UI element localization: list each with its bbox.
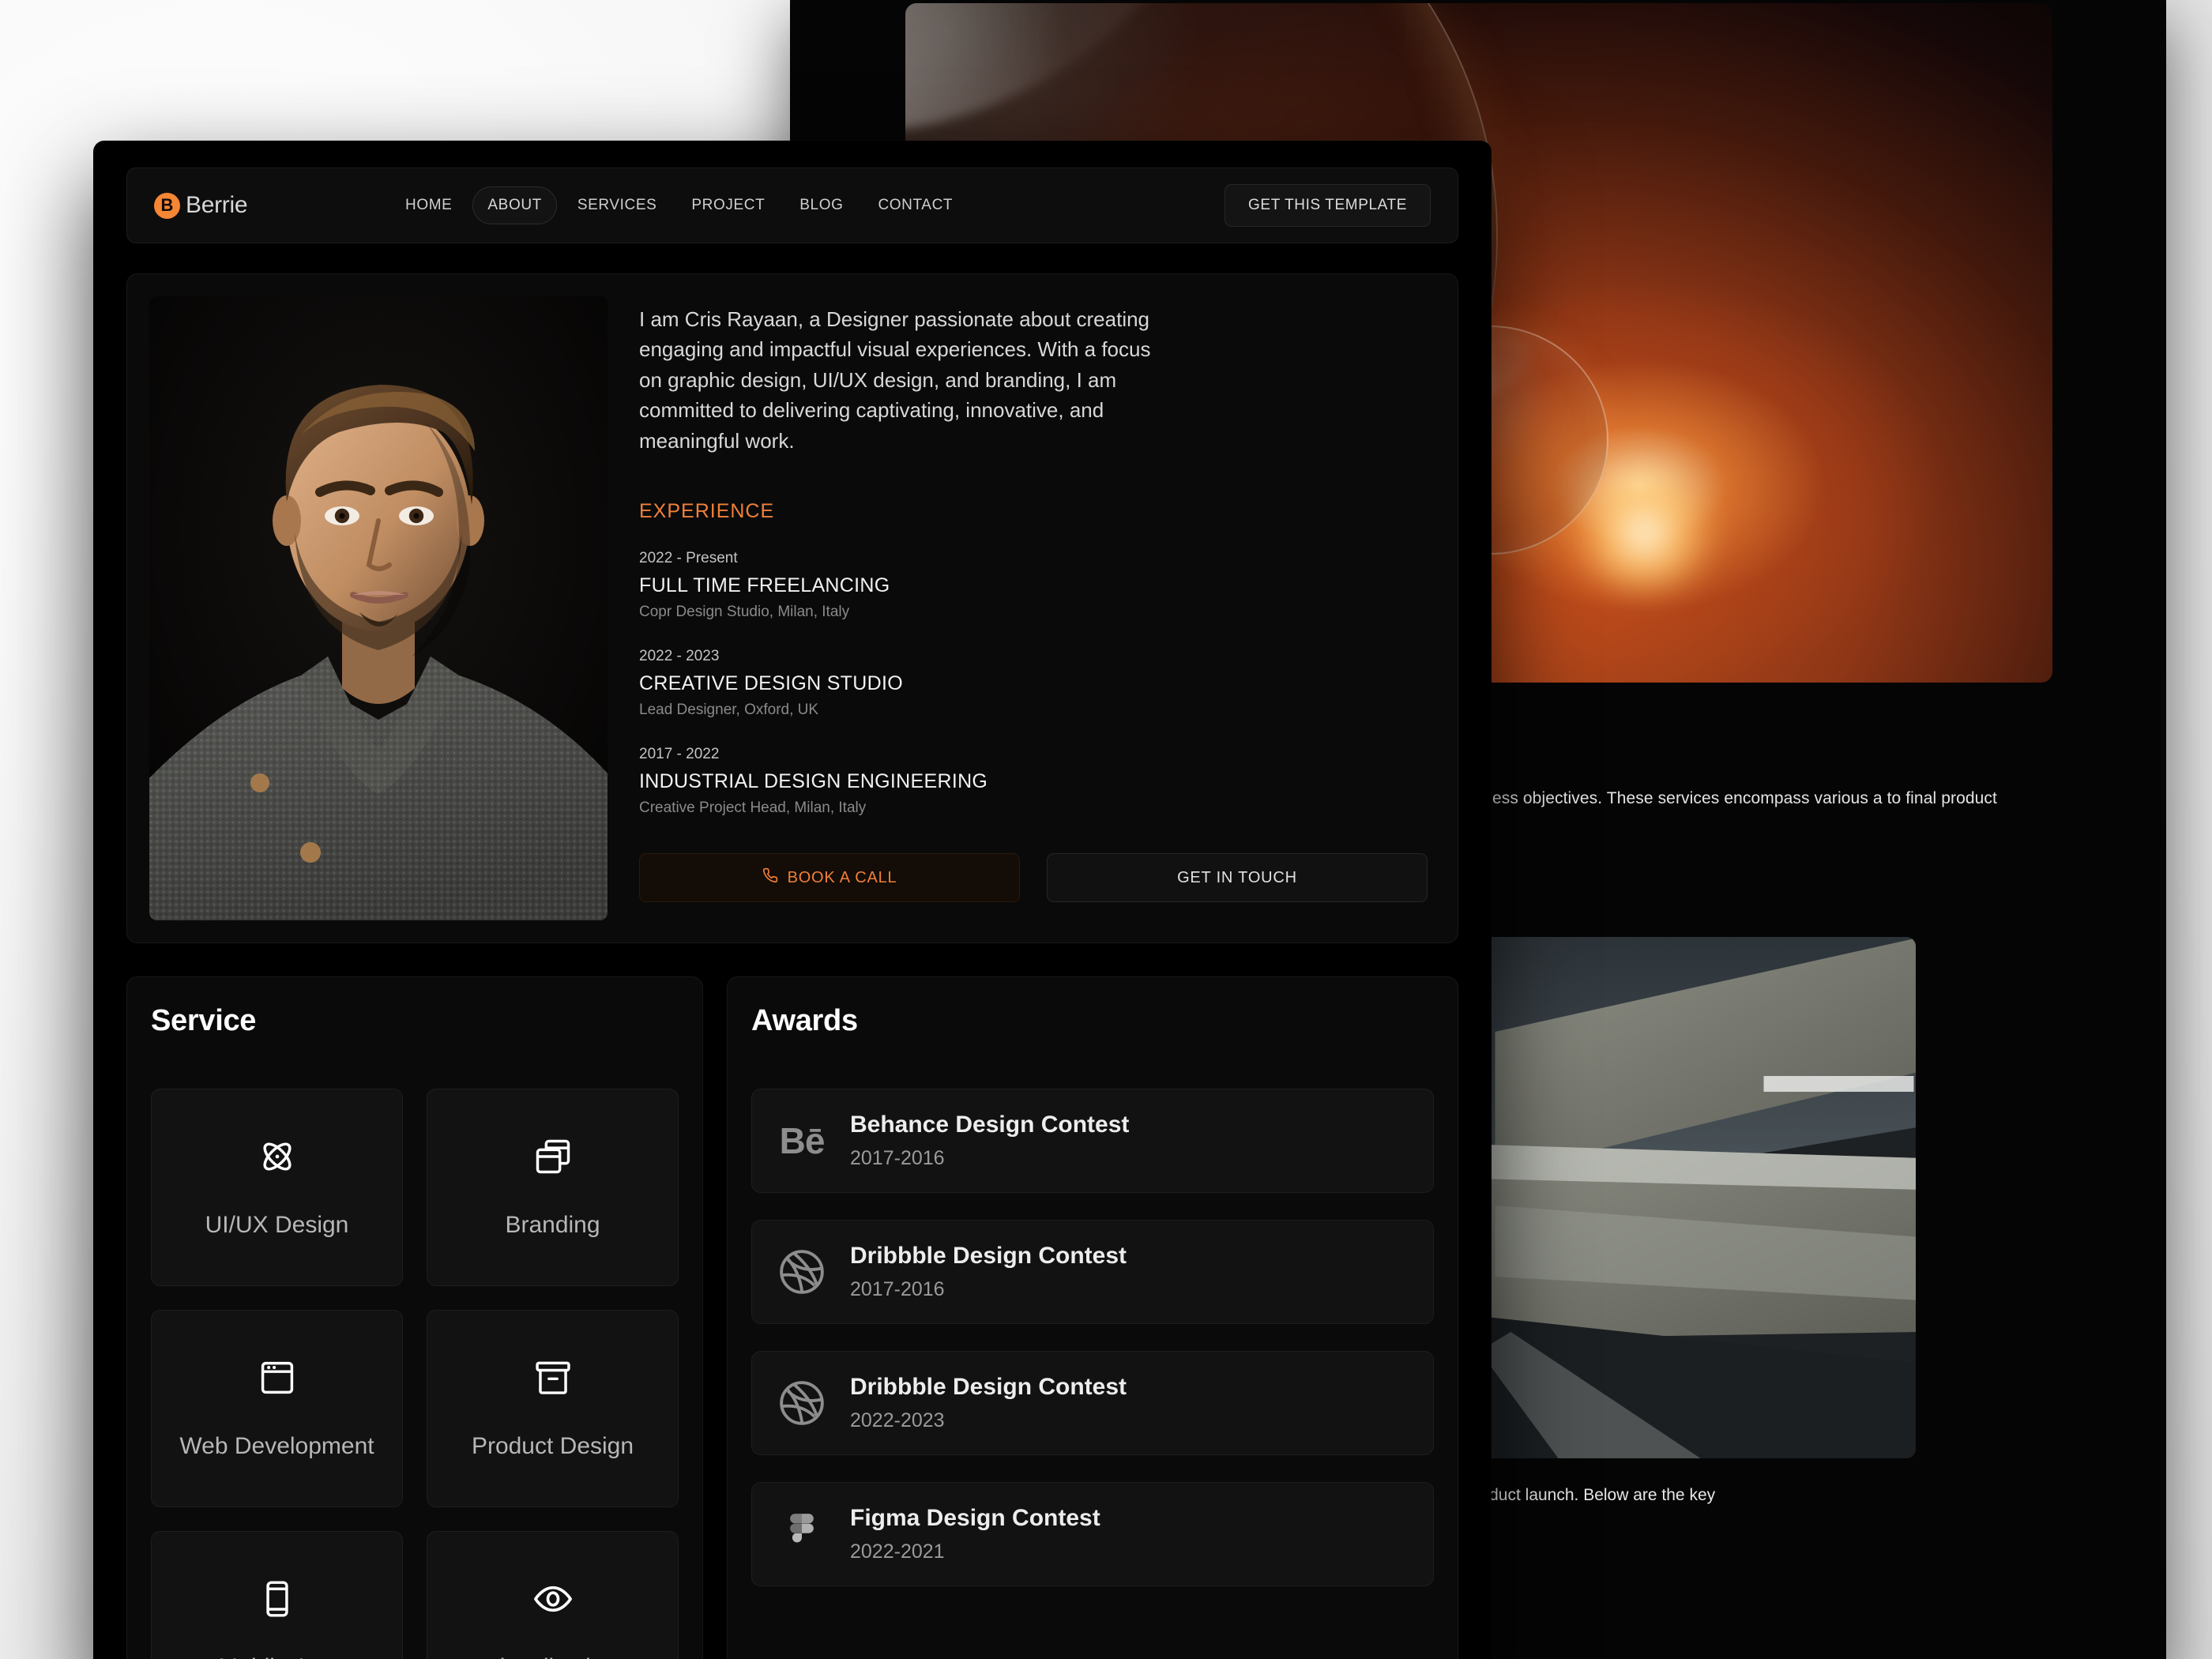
nav-item-contact[interactable]: CONTACT [863,187,967,224]
award-title: Dribbble Design Contest [850,1243,1127,1269]
front-window-content: B Berrie HOME ABOUT SERVICES PROJECT BLO… [93,141,1492,1659]
brand-logo[interactable]: B Berrie [154,192,391,219]
nav-item-blog[interactable]: BLOG [785,187,857,224]
service-label: Web Development [179,1433,374,1459]
award-title: Dribbble Design Contest [850,1374,1127,1400]
experience-meta: Lead Designer, Oxford, UK [639,702,819,719]
nav-item-services[interactable]: SERVICES [563,187,672,224]
experience-heading: EXPERIENCE [639,500,775,523]
behance-glyph: Bē [779,1120,826,1161]
dribbble-icon [777,1379,826,1428]
dribbble-icon [777,1247,826,1296]
award-years: 2022-2023 [850,1409,945,1431]
book-a-call-button[interactable]: BOOK A CALL [639,853,1020,903]
award-text: Dribbble Design Contest 2022-2023 [850,1374,1127,1432]
service-card-mobile-app[interactable]: Mobile App [151,1531,403,1659]
layers-copy-icon [532,1136,574,1177]
phone-icon [762,867,778,888]
experience-title: CREATIVE DESIGN STUDIO [639,672,903,695]
figma-icon [777,1510,826,1559]
experience-title: FULL TIME FREELANCING [639,574,890,597]
nav-item-home[interactable]: HOME [391,187,466,224]
experience-item: 2022 - 2023 CREATIVE DESIGN STUDIO Lead … [639,648,1428,719]
awards-panel-title: Awards [751,1004,858,1037]
service-card-product-design[interactable]: Product Design [427,1310,679,1507]
behance-icon: Bē [777,1116,826,1165]
experience-meta: Copr Design Studio, Milan, Italy [639,604,850,621]
berrie-logo-icon: B [154,192,180,219]
mobile-phone-icon [257,1578,298,1620]
award-years: 2017-2016 [850,1147,945,1169]
light-flare-right [1561,474,1727,592]
about-action-buttons: BOOK A CALL GET IN TOUCH [639,853,1428,903]
service-panel: Service UI/UX Design Branding Web Develo… [126,976,703,1659]
service-label: Product Design [471,1433,634,1459]
get-in-touch-button[interactable]: GET IN TOUCH [1047,853,1428,903]
award-title: Figma Design Contest [850,1505,1100,1531]
experience-item: 2017 - 2022 INDUSTRIAL DESIGN ENGINEERIN… [639,746,1428,817]
service-label: Mobile App [218,1654,335,1659]
experience-title: INDUSTRIAL DESIGN ENGINEERING [639,770,988,793]
awards-panel: Awards Bē Behance Design Contest 2017-20… [727,976,1458,1659]
award-text: Behance Design Contest 2017-2016 [850,1112,1129,1170]
experience-meta: Creative Project Head, Milan, Italy [639,799,867,817]
archive-box-icon [532,1357,574,1398]
service-label: visualization [488,1654,617,1659]
service-card-grid: UI/UX Design Branding Web Development Pr… [151,1089,679,1659]
experience-period: 2022 - 2023 [639,648,720,665]
experience-period: 2022 - Present [639,550,738,567]
awards-list: Bē Behance Design Contest 2017-2016 Drib… [751,1089,1434,1586]
browser-window-icon [257,1357,298,1398]
atom-icon [257,1136,298,1177]
about-intro-paragraph: I am Cris Rayaan, a Designer passionate … [639,307,1151,453]
foreground-portfolio-window[interactable]: B Berrie HOME ABOUT SERVICES PROJECT BLO… [93,141,1492,1659]
award-years: 2017-2016 [850,1278,945,1300]
service-card-visualization[interactable]: visualization [427,1531,679,1659]
award-item-dribbble-2[interactable]: Dribbble Design Contest 2022-2023 [751,1351,1434,1455]
award-item-behance[interactable]: Bē Behance Design Contest 2017-2016 [751,1089,1434,1193]
service-label: Branding [505,1212,600,1238]
get-this-template-button[interactable]: GET THIS TEMPLATE [1224,184,1431,227]
screenshot-stage: es involve the process of conceptualizin… [0,0,2212,1659]
eye-icon [532,1578,574,1620]
brand-name: Berrie [186,192,248,218]
award-item-dribbble-1[interactable]: Dribbble Design Contest 2017-2016 [751,1220,1434,1324]
award-years: 2022-2021 [850,1540,945,1563]
book-a-call-label: BOOK A CALL [787,868,897,886]
profile-photo [149,296,608,920]
service-card-web-development[interactable]: Web Development [151,1310,403,1507]
award-text: Dribbble Design Contest 2017-2016 [850,1243,1127,1301]
experience-period: 2017 - 2022 [639,746,720,763]
service-label: UI/UX Design [205,1212,349,1238]
about-card: I am Cris Rayaan, a Designer passionate … [126,273,1458,943]
service-card-branding[interactable]: Branding [427,1089,679,1286]
about-details: I am Cris Rayaan, a Designer passionate … [639,296,1435,920]
award-text: Figma Design Contest 2022-2021 [850,1505,1100,1563]
navbar: B Berrie HOME ABOUT SERVICES PROJECT BLO… [126,167,1458,243]
nav-item-about[interactable]: ABOUT [472,186,557,224]
service-card-uiux[interactable]: UI/UX Design [151,1089,403,1286]
award-title: Behance Design Contest [850,1112,1130,1138]
lower-grid: Service UI/UX Design Branding Web Develo… [126,976,1458,1659]
award-item-figma[interactable]: Figma Design Contest 2022-2021 [751,1482,1434,1586]
experience-item: 2022 - Present FULL TIME FREELANCING Cop… [639,550,1428,621]
nav-item-project[interactable]: PROJECT [677,187,779,224]
service-panel-title: Service [151,1004,257,1037]
nav-links: HOME ABOUT SERVICES PROJECT BLOG CONTACT [391,186,1224,224]
